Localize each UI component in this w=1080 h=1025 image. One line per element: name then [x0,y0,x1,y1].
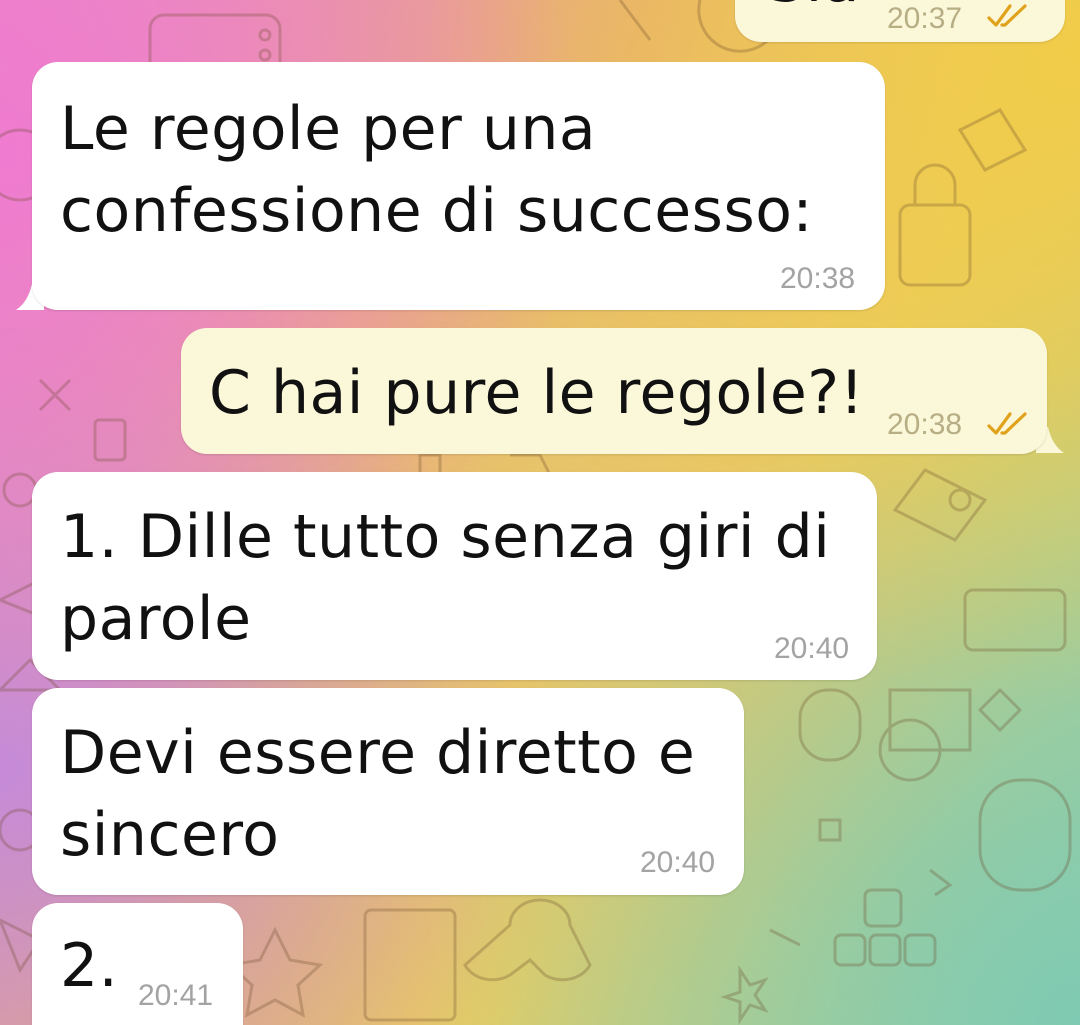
message-bubble-incoming[interactable]: Le regole per una confessione di success… [32,62,885,310]
message-text-line: Le regole per una [60,94,597,164]
message-text: 2. [60,931,119,1001]
message-timestamp: 20:40 [774,632,850,665]
message-timestamp: 20:40 [640,846,716,879]
message-text-line: parole [60,584,252,654]
message-timestamp: 20:41 [138,979,214,1012]
message-text-line: sincero [60,800,280,870]
message-bubble-incoming[interactable]: Devi essere diretto e sincero 20:40 [32,688,744,895]
message-bubble-incoming[interactable]: 2. 20:41 [32,903,243,1025]
message-text-line: confessione di successo: [60,176,814,246]
double-check-icon [987,412,1027,435]
message-bubble-outgoing[interactable]: Sia 20:37 [735,0,1065,42]
message-bubble-incoming[interactable]: 1. Dille tutto senza giri di parole 20:4… [32,472,877,680]
message-bubble-outgoing[interactable]: C hai pure le regole?! 20:38 [181,328,1047,454]
double-check-icon [987,4,1027,27]
message-timestamp: 20:37 [887,2,963,35]
message-timestamp: 20:38 [887,408,963,441]
message-text-line: Devi essere diretto e [60,718,696,788]
message-text: C hai pure le regole?! [209,358,865,428]
message-timestamp: 20:38 [780,262,856,295]
message-text: Sia [767,0,860,22]
message-text-line: 1. Dille tutto senza giri di [60,502,831,572]
